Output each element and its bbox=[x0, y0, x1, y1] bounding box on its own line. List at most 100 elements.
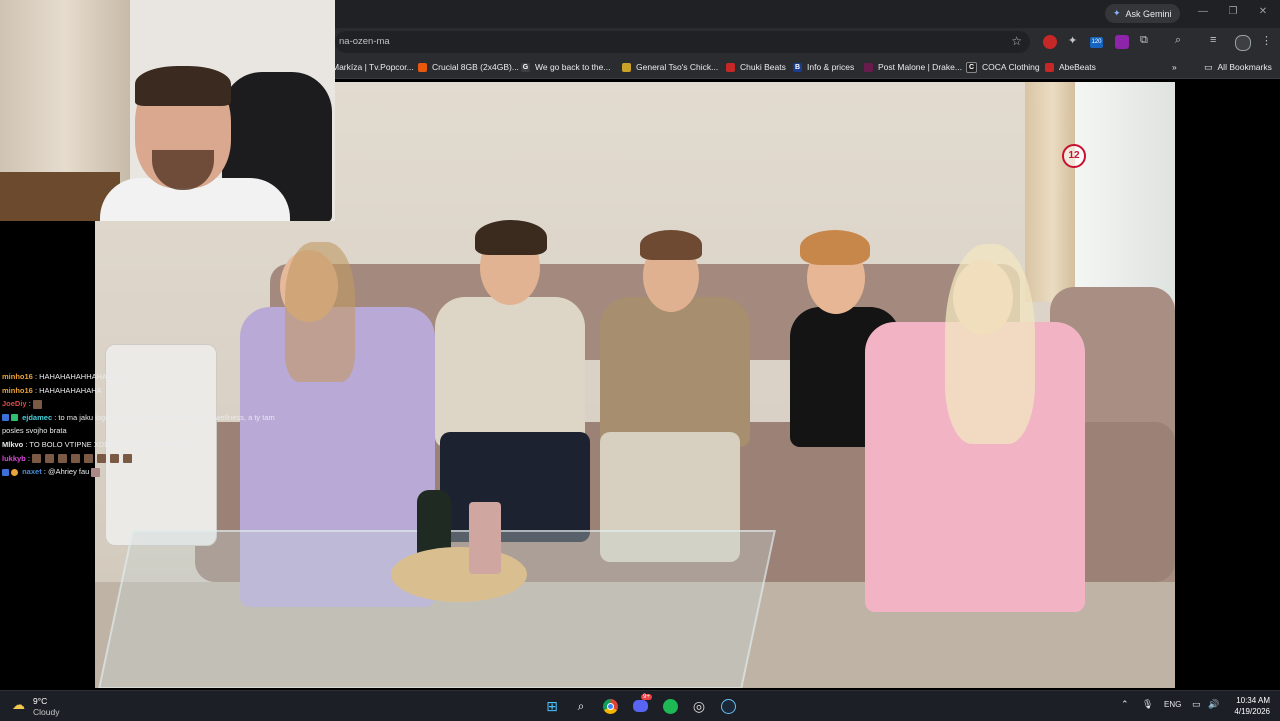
bookmark-favicon-icon: C bbox=[966, 61, 977, 73]
bookmark-label: AbeBeats bbox=[1059, 62, 1096, 72]
clock-time: 10:34 AM bbox=[1236, 696, 1270, 705]
chat-message: ejdamec : to ma jaku logiku ze s nou mas… bbox=[2, 411, 292, 438]
chat-emote-icon bbox=[110, 454, 120, 464]
weather-cloudy-icon[interactable]: ☁ bbox=[12, 697, 25, 713]
url-text: na-ozen-ma bbox=[339, 36, 390, 47]
weather-temperature[interactable]: 9°C bbox=[33, 696, 47, 706]
bookmark-item[interactable]: Chuki Beats bbox=[726, 60, 786, 74]
chat-emote-icon bbox=[45, 454, 55, 464]
windows-taskbar: ☁ 9°C Cloudy ⊞ ⌕ 9+ ◎ ⌃ 🎙 ENG ▭ 🔊 10:34 … bbox=[0, 690, 1280, 721]
chat-emote-icon bbox=[123, 454, 133, 464]
bookmark-label: Markíza | Tv.Popcor... bbox=[332, 62, 414, 72]
chat-message: Mlkvo : TO BOLO VTIPNE XDDDDDHAHAHAHAHAH bbox=[2, 438, 302, 452]
discord-taskbar-icon[interactable]: 9+ bbox=[631, 694, 652, 715]
bookmark-item[interactable]: Markíza | Tv.Popcor... bbox=[332, 60, 414, 74]
bookmark-label: COCA Clothing bbox=[982, 62, 1040, 72]
extension-counter-badge[interactable]: 120 bbox=[1090, 37, 1103, 48]
bookmark-favicon-icon bbox=[418, 62, 427, 72]
profile-avatar[interactable] bbox=[1235, 35, 1251, 51]
video-scene-wood-tray bbox=[391, 547, 527, 602]
video-scene-window bbox=[1075, 82, 1175, 302]
weather-condition[interactable]: Cloudy bbox=[33, 707, 59, 717]
chat-badge-icon bbox=[2, 468, 9, 476]
bookmark-item[interactable]: Crucial 8GB (2x4GB)... bbox=[418, 60, 519, 74]
chat-emote-icon bbox=[58, 454, 68, 464]
chat-emote-icon bbox=[32, 399, 42, 409]
bookmark-label: Post Malone | Drake... bbox=[878, 62, 962, 72]
menu-kebab-icon[interactable]: ⋮ bbox=[1261, 34, 1272, 47]
video-scene-candle bbox=[469, 502, 501, 574]
bookmark-favicon-icon: B bbox=[793, 62, 802, 72]
extension-red-icon[interactable] bbox=[1043, 35, 1057, 49]
chat-text: : HAHAHAHAHAHA bbox=[34, 385, 102, 395]
chat-username: lukkyb bbox=[2, 453, 26, 463]
more-bookmarks-button[interactable]: » bbox=[1172, 60, 1177, 74]
all-bookmarks-label: All Bookmarks bbox=[1217, 62, 1272, 72]
chat-text: : bbox=[28, 399, 31, 409]
ask-gemini-button[interactable]: ✦ Ask Gemini bbox=[1105, 4, 1180, 23]
chat-username: minho16 bbox=[2, 385, 33, 395]
clock-date: 4/19/2026 bbox=[1234, 707, 1270, 716]
all-bookmarks-button[interactable]: ▭ All Bookmarks bbox=[1204, 60, 1272, 74]
bookmark-item[interactable]: B Info & prices bbox=[793, 60, 854, 74]
media-controls-icon[interactable]: ≡ bbox=[1210, 34, 1216, 46]
show-hidden-icons-chevron-icon[interactable]: ⌃ bbox=[1121, 699, 1129, 710]
chrome-taskbar-icon[interactable] bbox=[601, 697, 619, 715]
chat-emote-icon bbox=[91, 467, 101, 477]
tab-search-icon[interactable]: ⌕ bbox=[1175, 34, 1181, 47]
windows-start-icon[interactable]: ⊞ bbox=[543, 697, 561, 715]
bookmark-item[interactable]: General Tso's Chick... bbox=[622, 60, 718, 74]
steam-taskbar-icon[interactable] bbox=[719, 697, 737, 715]
bookmark-item[interactable]: Post Malone | Drake... bbox=[864, 60, 962, 74]
volume-icon[interactable]: 🔊 bbox=[1208, 699, 1219, 710]
close-window-button[interactable]: ✕ bbox=[1253, 6, 1273, 17]
extensions-puzzle-icon[interactable]: ⧉ bbox=[1140, 34, 1148, 47]
bookmark-favicon-icon bbox=[726, 62, 735, 72]
chat-text: : @Ahriey fau bbox=[43, 467, 90, 477]
address-bar[interactable]: na-ozen-ma ☆ bbox=[335, 31, 1030, 53]
google-favicon-icon: G bbox=[521, 62, 530, 72]
obs-taskbar-icon[interactable]: ◎ bbox=[690, 697, 708, 715]
twitch-extension-icon[interactable] bbox=[1115, 35, 1129, 49]
spotify-taskbar-icon[interactable] bbox=[661, 697, 679, 715]
chat-username: naxet bbox=[22, 467, 42, 477]
bookmark-label: Crucial 8GB (2x4GB)... bbox=[432, 62, 519, 72]
chat-badge-icon bbox=[11, 414, 18, 422]
language-indicator[interactable]: ENG bbox=[1164, 700, 1181, 709]
bookmark-label: Chuki Beats bbox=[740, 62, 786, 72]
restore-button[interactable]: ❐ bbox=[1223, 6, 1243, 17]
bookmark-item[interactable]: G We go back to the... bbox=[521, 60, 610, 74]
folder-icon: ▭ bbox=[1204, 61, 1213, 72]
bookmark-star-icon[interactable]: ☆ bbox=[1011, 34, 1022, 48]
chat-text: : bbox=[27, 453, 30, 463]
chat-emote-icon bbox=[32, 454, 42, 464]
chat-username: minho16 bbox=[2, 372, 33, 381]
chat-emote-icon bbox=[84, 454, 94, 464]
chat-username: ejdamec bbox=[22, 412, 53, 422]
minimize-button[interactable]: — bbox=[1193, 6, 1213, 17]
bookmark-label: We go back to the... bbox=[535, 62, 611, 72]
extension-puzzle-dim-icon[interactable]: ✦ bbox=[1068, 34, 1077, 47]
bookmark-item[interactable]: AbeBeats bbox=[1045, 60, 1096, 74]
chat-username: JoeDiy bbox=[2, 399, 27, 409]
bookmark-label: Info & prices bbox=[807, 62, 855, 72]
chat-message: minho16 : HAHAHAHAHHAHAHA bbox=[2, 370, 302, 384]
network-icon[interactable]: ▭ bbox=[1192, 699, 1201, 710]
chat-emote-icon bbox=[71, 454, 81, 464]
chat-message: minho16 : HAHAHAHAHAHA bbox=[2, 384, 302, 398]
bookmark-favicon-icon bbox=[864, 62, 873, 72]
ask-gemini-label: Ask Gemini bbox=[1125, 8, 1172, 19]
bookmark-item[interactable]: C COCA Clothing bbox=[966, 60, 1040, 74]
chat-text: : HAHAHAHAHHAHAHA bbox=[34, 372, 118, 381]
bookmark-favicon-icon bbox=[622, 62, 631, 72]
chat-message: naxet : @Ahriey fau bbox=[2, 465, 302, 479]
microphone-icon[interactable]: 🎙 bbox=[1142, 699, 1153, 710]
chat-badge-icon bbox=[2, 414, 9, 422]
chat-message: JoeDiy : bbox=[2, 397, 302, 411]
search-icon[interactable]: ⌕ bbox=[572, 697, 590, 715]
chat-overlay: minho16 : HAHAHAHAHHAHAHA minho16 : HAHA… bbox=[2, 370, 302, 479]
bookmark-favicon-icon bbox=[1045, 62, 1054, 72]
webcam-streamer-hair bbox=[135, 66, 231, 106]
system-clock[interactable]: 10:34 AM 4/19/2026 bbox=[1225, 695, 1270, 717]
gemini-sparkle-icon: ✦ bbox=[1113, 8, 1121, 18]
